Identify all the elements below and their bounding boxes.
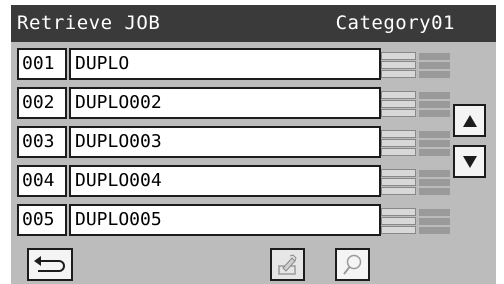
job-number[interactable]: 004 bbox=[17, 165, 67, 197]
job-row[interactable]: 002 DUPLO002 bbox=[17, 87, 453, 119]
title-bar: Retrieve JOB Category01 bbox=[11, 5, 496, 42]
job-row[interactable]: 004 DUPLO004 bbox=[17, 165, 453, 197]
job-name[interactable]: DUPLO002 bbox=[69, 87, 381, 119]
screen-title: Retrieve JOB bbox=[17, 12, 161, 34]
solid-lines-icon bbox=[419, 89, 450, 117]
return-arrow-icon bbox=[34, 255, 66, 272]
solid-lines-icon bbox=[419, 206, 450, 234]
storage-lines-icon bbox=[381, 167, 416, 195]
solid-lines-icon bbox=[419, 167, 450, 195]
job-name[interactable]: DUPLO004 bbox=[69, 165, 381, 197]
job-number[interactable]: 005 bbox=[17, 204, 67, 236]
retrieve-job-screen: Retrieve JOB Category01 001 DUPLO 002 DU… bbox=[11, 5, 496, 284]
solid-lines-icon bbox=[419, 128, 450, 156]
scroll-up-button[interactable] bbox=[453, 104, 486, 137]
magnifier-icon bbox=[342, 254, 361, 275]
edit-pencil-icon bbox=[277, 253, 297, 275]
job-number[interactable]: 002 bbox=[17, 87, 67, 119]
job-row[interactable]: 003 DUPLO003 bbox=[17, 126, 453, 158]
solid-lines-icon bbox=[419, 50, 450, 78]
scroll-down-button[interactable] bbox=[453, 145, 486, 178]
job-row[interactable]: 005 DUPLO005 bbox=[17, 204, 453, 236]
job-number[interactable]: 001 bbox=[17, 48, 67, 80]
up-triangle-icon bbox=[462, 114, 477, 127]
storage-lines-icon bbox=[381, 128, 416, 156]
search-button[interactable] bbox=[335, 248, 370, 281]
edit-button[interactable] bbox=[270, 248, 305, 281]
down-triangle-icon bbox=[462, 155, 477, 168]
job-row[interactable]: 001 DUPLO bbox=[17, 48, 453, 80]
job-name[interactable]: DUPLO bbox=[69, 48, 381, 80]
job-name[interactable]: DUPLO003 bbox=[69, 126, 381, 158]
job-name[interactable]: DUPLO005 bbox=[69, 204, 381, 236]
storage-lines-icon bbox=[381, 206, 416, 234]
storage-lines-icon bbox=[381, 89, 416, 117]
back-button[interactable] bbox=[27, 248, 73, 281]
category-label: Category01 bbox=[335, 12, 455, 34]
storage-lines-icon bbox=[381, 50, 416, 78]
job-number[interactable]: 003 bbox=[17, 126, 67, 158]
